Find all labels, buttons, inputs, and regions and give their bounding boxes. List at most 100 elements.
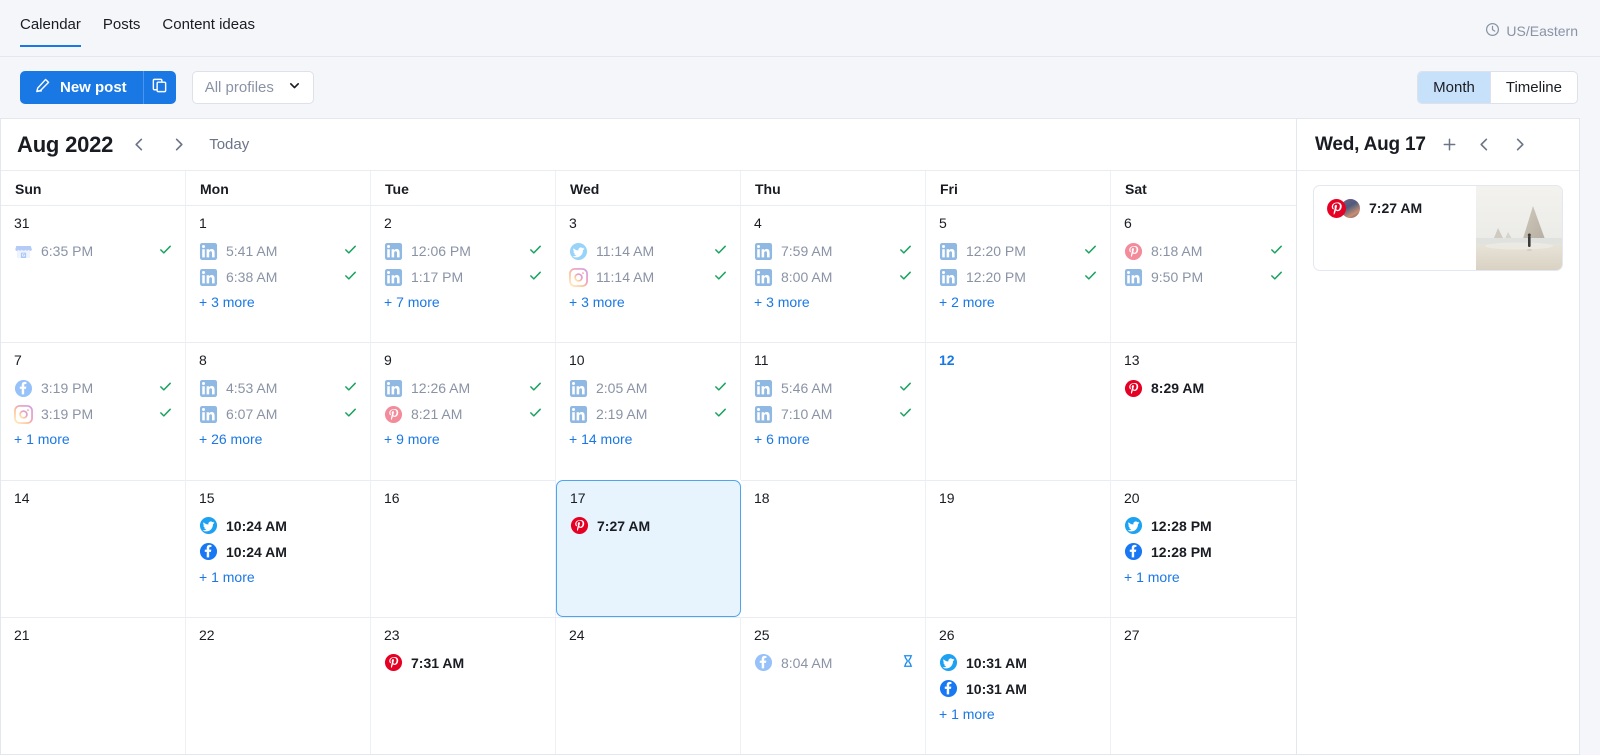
calendar-event[interactable]: 2:05 AM: [569, 375, 730, 401]
calendar-next-button[interactable]: [166, 134, 191, 155]
linkedin-icon: [754, 405, 773, 424]
calendar-event[interactable]: 1:17 PM: [384, 264, 545, 290]
calendar-event[interactable]: 4:53 AM: [199, 375, 360, 401]
calendar-day-cell[interactable]: 2610:31 AM10:31 AM+ 1 more: [926, 617, 1111, 754]
calendar-event[interactable]: 12:20 PM: [939, 264, 1100, 290]
calendar-event[interactable]: 8:00 AM: [754, 264, 915, 290]
calendar-event[interactable]: 12:20 PM: [939, 238, 1100, 264]
add-post-button[interactable]: [1438, 134, 1461, 155]
calendar-event[interactable]: 12:06 PM: [384, 238, 545, 264]
calendar-event[interactable]: 11:14 AM: [569, 238, 730, 264]
calendar-event[interactable]: 5:41 AM: [199, 238, 360, 264]
calendar-day-cell[interactable]: 22: [186, 617, 371, 754]
calendar-event[interactable]: 8:29 AM: [1124, 375, 1286, 401]
calendar-day-cell[interactable]: 177:27 AM: [556, 480, 741, 617]
show-more-events-link[interactable]: + 2 more: [939, 294, 1100, 310]
calendar-event[interactable]: 10:31 AM: [939, 676, 1100, 702]
linkedin-icon: [569, 379, 588, 398]
calendar-day-cell[interactable]: 311:14 AM11:14 AM+ 3 more: [556, 205, 741, 342]
calendar-day-cell[interactable]: 212:06 PM1:17 PM+ 7 more: [371, 205, 556, 342]
calendar-event[interactable]: 7:27 AM: [570, 513, 730, 539]
calendar-event[interactable]: G6:35 PM: [14, 238, 175, 264]
show-more-events-link[interactable]: + 1 more: [14, 431, 175, 447]
check-icon: [528, 405, 543, 423]
calendar-day-cell[interactable]: 512:20 PM12:20 PM+ 2 more: [926, 205, 1111, 342]
event-time: 2:19 AM: [596, 406, 647, 422]
show-more-events-link[interactable]: + 1 more: [1124, 569, 1286, 585]
event-time: 10:24 AM: [226, 544, 287, 560]
timezone-indicator[interactable]: US/Eastern: [1485, 22, 1578, 40]
calendar-day-cell[interactable]: 19: [926, 480, 1111, 617]
calendar-event[interactable]: 11:14 AM: [569, 264, 730, 290]
calendar-day-cell[interactable]: 115:46 AM7:10 AM+ 6 more: [741, 342, 926, 479]
calendar-day-cell[interactable]: 31G6:35 PM: [1, 205, 186, 342]
calendar-day-cell[interactable]: 21: [1, 617, 186, 754]
calendar-day-cell[interactable]: 138:29 AM: [1111, 342, 1296, 479]
show-more-events-link[interactable]: + 1 more: [199, 569, 360, 585]
tab-calendar[interactable]: Calendar: [20, 16, 81, 47]
day-next-button[interactable]: [1508, 134, 1531, 155]
calendar-day-cell[interactable]: 16: [371, 480, 556, 617]
calendar-event[interactable]: 8:21 AM: [384, 401, 545, 427]
calendar-day-cell[interactable]: 84:53 AM6:07 AM+ 26 more: [186, 342, 371, 479]
show-more-events-link[interactable]: + 3 more: [569, 294, 730, 310]
calendar-day-cell[interactable]: 18: [741, 480, 926, 617]
calendar-event[interactable]: 5:46 AM: [754, 375, 915, 401]
calendar-event[interactable]: 7:10 AM: [754, 401, 915, 427]
tab-posts[interactable]: Posts: [103, 16, 141, 47]
day-prev-button[interactable]: [1473, 134, 1496, 155]
new-post-button[interactable]: New post: [20, 71, 143, 104]
calendar-day-cell[interactable]: 73:19 PM3:19 PM+ 1 more: [1, 342, 186, 479]
calendar-event[interactable]: 8:18 AM: [1124, 238, 1286, 264]
calendar-event[interactable]: 10:24 AM: [199, 539, 360, 565]
calendar-event[interactable]: 9:50 PM: [1124, 264, 1286, 290]
calendar-day-cell[interactable]: 27: [1111, 617, 1296, 754]
weekday-sat: Sat: [1111, 171, 1296, 205]
calendar-day-number: 19: [939, 490, 1100, 506]
show-more-events-link[interactable]: + 7 more: [384, 294, 545, 310]
calendar-day-cell[interactable]: 912:26 AM8:21 AM+ 9 more: [371, 342, 556, 479]
calendar-event[interactable]: 7:31 AM: [384, 650, 545, 676]
calendar-day-cell[interactable]: 1510:24 AM10:24 AM+ 1 more: [186, 480, 371, 617]
calendar-today-button[interactable]: Today: [209, 136, 249, 153]
calendar-event[interactable]: 3:19 PM: [14, 375, 175, 401]
calendar-event[interactable]: 3:19 PM: [14, 401, 175, 427]
show-more-events-link[interactable]: + 14 more: [569, 431, 730, 447]
calendar-day-cell[interactable]: 2012:28 PM12:28 PM+ 1 more: [1111, 480, 1296, 617]
chevron-down-icon: [288, 79, 301, 96]
calendar-day-cell[interactable]: 47:59 AM8:00 AM+ 3 more: [741, 205, 926, 342]
calendar-event[interactable]: 12:28 PM: [1124, 513, 1286, 539]
show-more-events-link[interactable]: + 1 more: [939, 706, 1100, 722]
post-time: 7:27 AM: [1369, 198, 1422, 216]
scheduled-post-card[interactable]: 7:27 AM: [1313, 185, 1563, 271]
calendar-day-cell[interactable]: 102:05 AM2:19 AM+ 14 more: [556, 342, 741, 479]
calendar-day-cell[interactable]: 14: [1, 480, 186, 617]
tab-content-ideas[interactable]: Content ideas: [162, 16, 255, 47]
day-detail-list: 7:27 AM: [1297, 171, 1579, 285]
calendar-event[interactable]: 10:24 AM: [199, 513, 360, 539]
view-timeline-button[interactable]: Timeline: [1490, 72, 1577, 103]
calendar-day-cell[interactable]: 24: [556, 617, 741, 754]
calendar-day-cell[interactable]: 237:31 AM: [371, 617, 556, 754]
calendar-day-cell[interactable]: 15:41 AM6:38 AM+ 3 more: [186, 205, 371, 342]
view-month-button[interactable]: Month: [1418, 72, 1490, 103]
calendar-event[interactable]: 10:31 AM: [939, 650, 1100, 676]
show-more-events-link[interactable]: + 9 more: [384, 431, 545, 447]
show-more-events-link[interactable]: + 26 more: [199, 431, 360, 447]
profile-filter-dropdown[interactable]: All profiles: [192, 71, 314, 104]
calendar-event[interactable]: 6:07 AM: [199, 401, 360, 427]
calendar-day-cell[interactable]: 12: [926, 342, 1111, 479]
calendar-event[interactable]: 8:04 AM: [754, 650, 915, 676]
calendar-day-cell[interactable]: 258:04 AM: [741, 617, 926, 754]
calendar-event[interactable]: 12:26 AM: [384, 375, 545, 401]
calendar-event[interactable]: 7:59 AM: [754, 238, 915, 264]
calendar-event[interactable]: 2:19 AM: [569, 401, 730, 427]
calendar-prev-button[interactable]: [127, 134, 152, 155]
calendar-day-cell[interactable]: 68:18 AM9:50 PM: [1111, 205, 1296, 342]
show-more-events-link[interactable]: + 6 more: [754, 431, 915, 447]
duplicate-post-button[interactable]: [143, 71, 176, 104]
calendar-event[interactable]: 6:38 AM: [199, 264, 360, 290]
show-more-events-link[interactable]: + 3 more: [754, 294, 915, 310]
calendar-event[interactable]: 12:28 PM: [1124, 539, 1286, 565]
show-more-events-link[interactable]: + 3 more: [199, 294, 360, 310]
